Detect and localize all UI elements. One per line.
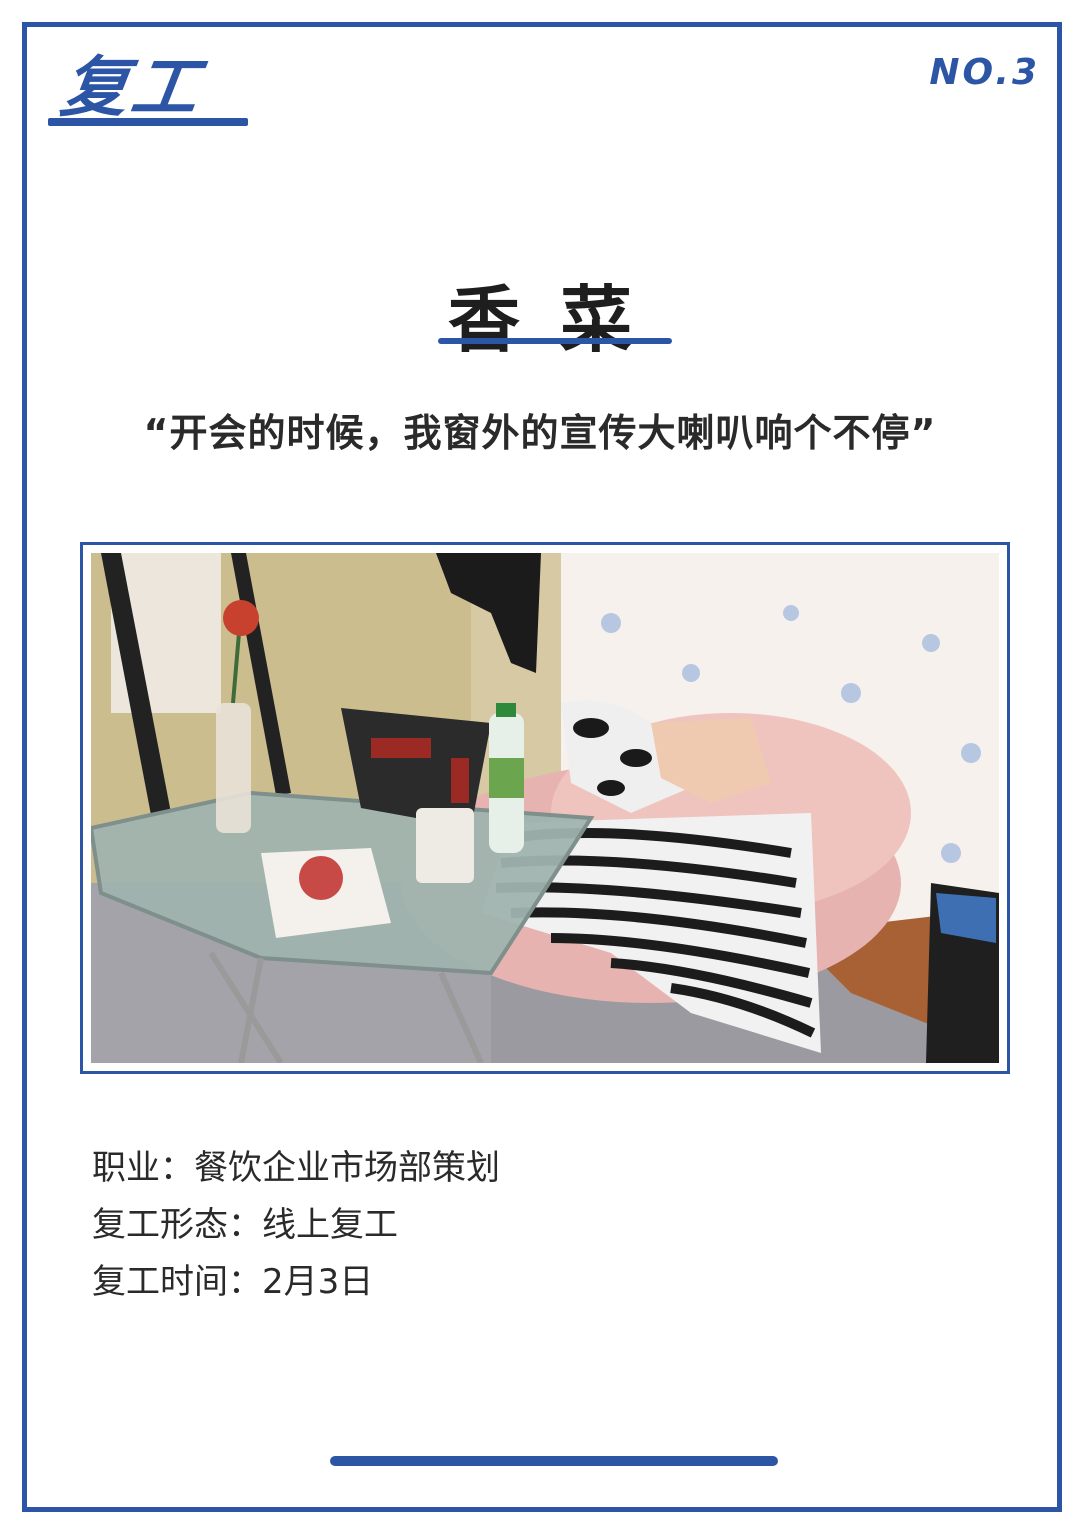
info-occupation: 职业：餐饮企业市场部策划 bbox=[92, 1140, 500, 1197]
workspace-photo-illustration bbox=[91, 553, 999, 1063]
bottom-decoration-bar bbox=[330, 1456, 778, 1466]
name-block: 香菜 bbox=[0, 280, 1080, 360]
info-label: 职业： bbox=[92, 1148, 194, 1188]
info-value: 餐饮企业市场部策划 bbox=[194, 1148, 500, 1188]
person-name: 香菜 bbox=[447, 278, 672, 362]
issue-number: NO.3 bbox=[929, 52, 1040, 93]
workspace-photo bbox=[91, 553, 999, 1063]
logo-text: 复工 bbox=[56, 49, 208, 126]
info-value: 线上复工 bbox=[262, 1205, 398, 1245]
person-quote: “开会的时候，我窗外的宣传大喇叭响个不停” bbox=[143, 411, 937, 455]
info-work-mode: 复工形态：线上复工 bbox=[92, 1197, 500, 1254]
info-return-date: 复工时间：2月3日 bbox=[92, 1254, 500, 1311]
photo-frame bbox=[80, 542, 1010, 1074]
name-underline bbox=[438, 338, 672, 344]
logo-underline bbox=[48, 118, 248, 126]
info-value: 2月3日 bbox=[262, 1262, 374, 1302]
info-label: 复工形态： bbox=[92, 1205, 262, 1245]
info-list: 职业：餐饮企业市场部策划 复工形态：线上复工 复工时间：2月3日 bbox=[92, 1140, 500, 1311]
info-label: 复工时间： bbox=[92, 1262, 262, 1302]
logo: 复工 bbox=[48, 49, 258, 132]
